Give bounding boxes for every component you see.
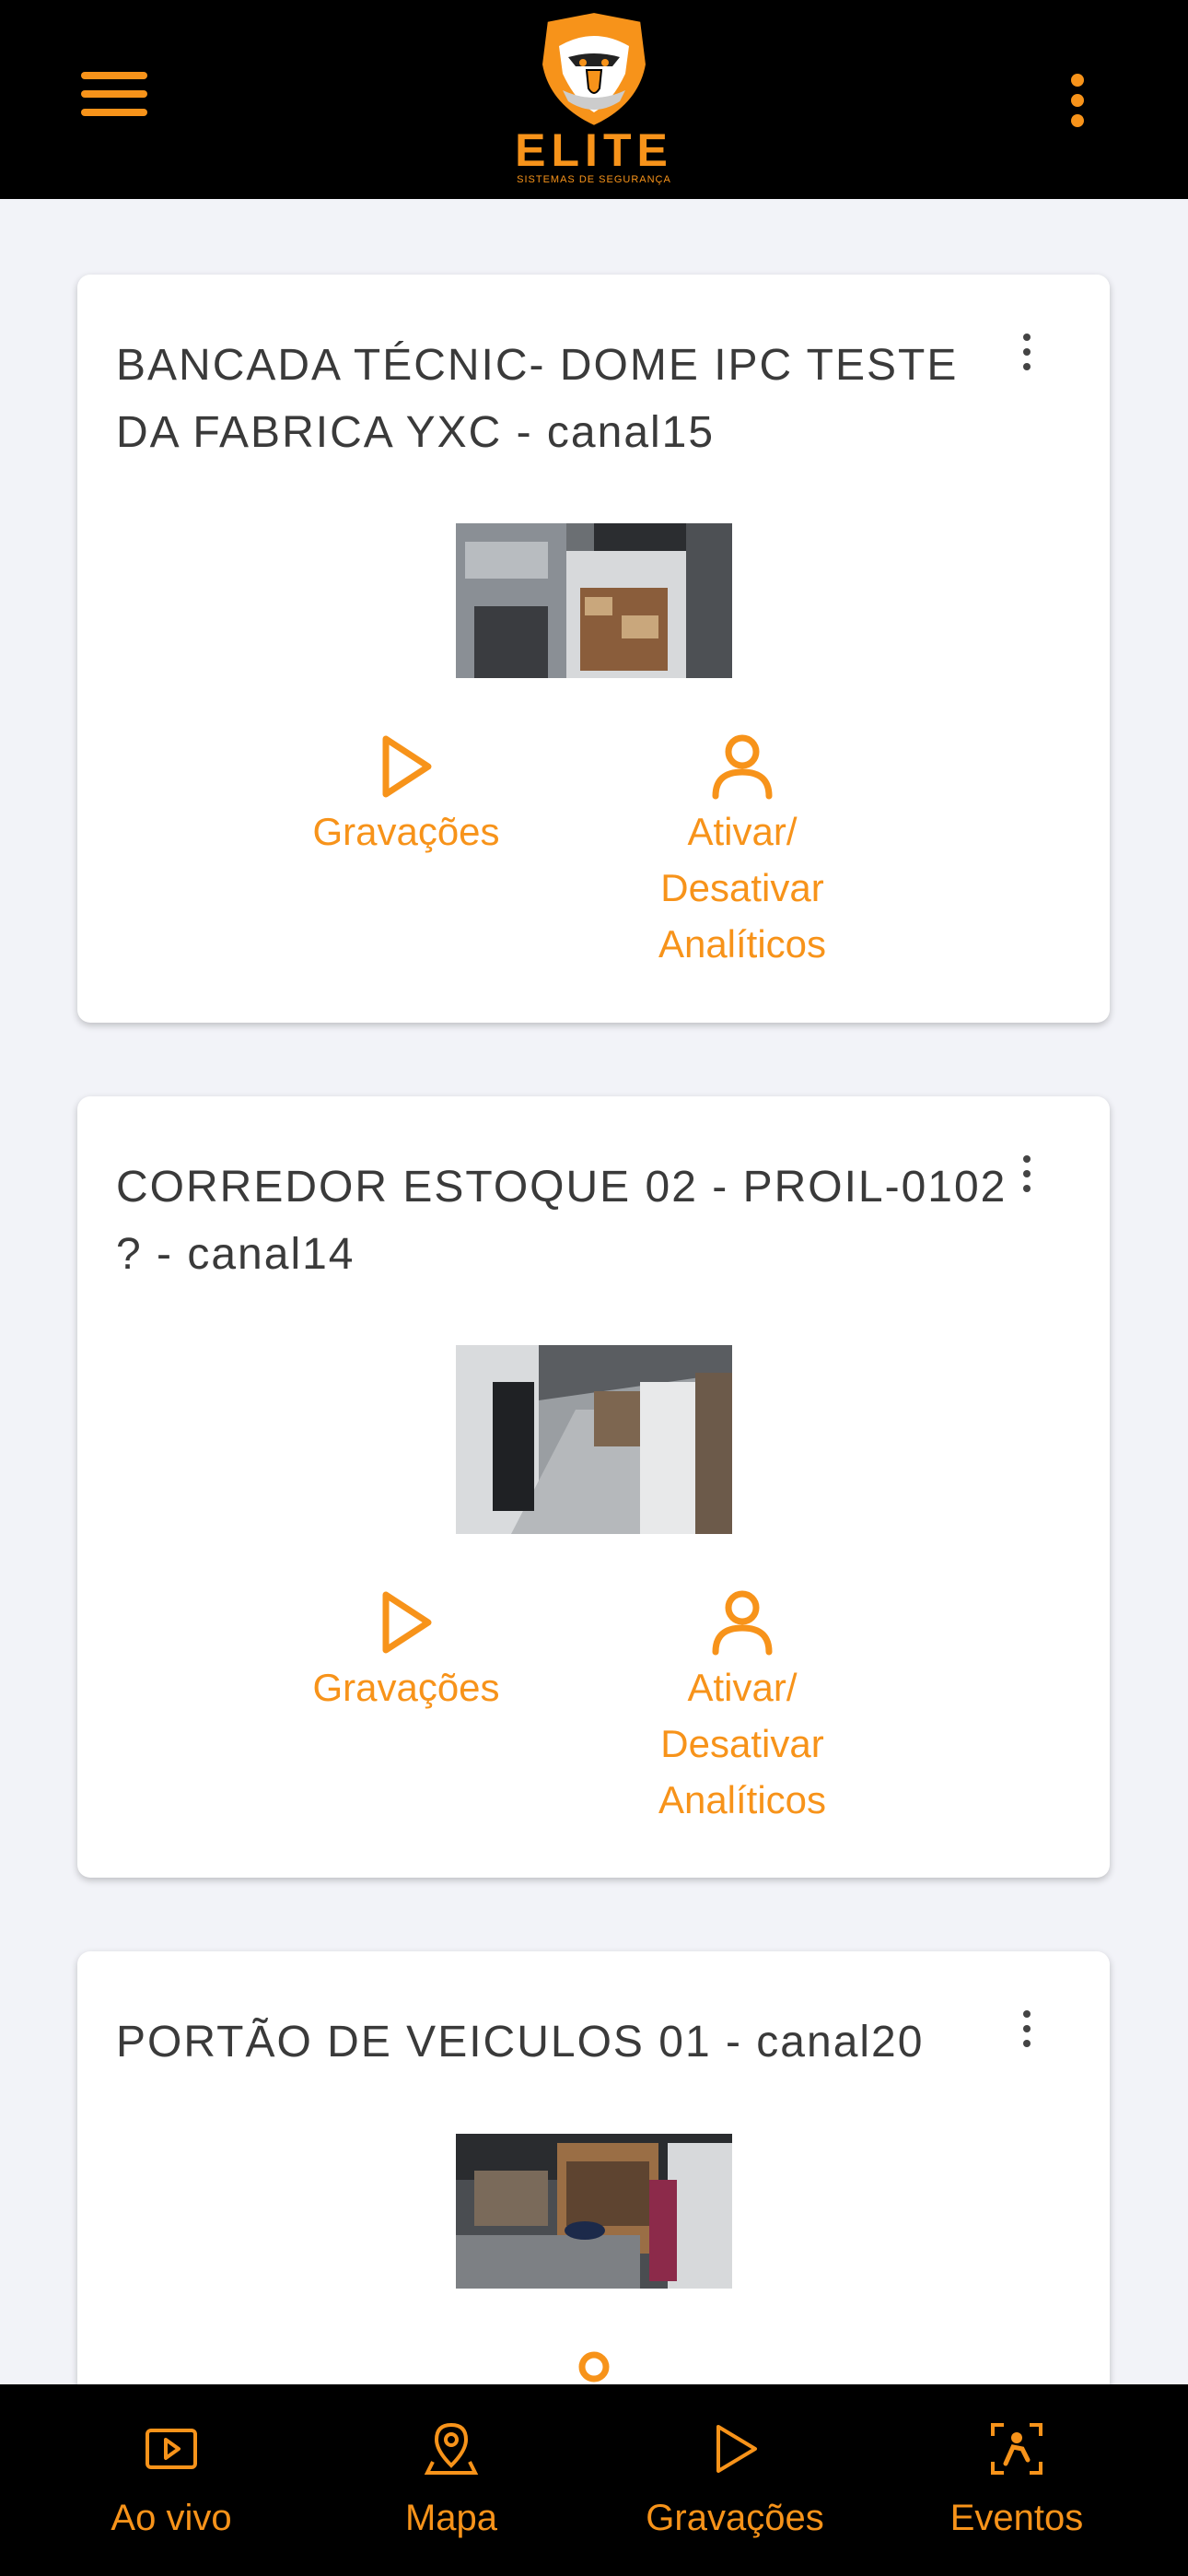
person-icon bbox=[712, 1590, 773, 1656]
recordings-label: Gravações bbox=[312, 810, 500, 853]
brand-name: ELITE bbox=[515, 124, 673, 176]
nav-label: Gravações bbox=[646, 2498, 824, 2538]
analytics-label: Ativar/ Desativar Analíticos bbox=[658, 810, 827, 966]
play-icon bbox=[716, 2425, 757, 2473]
play-icon bbox=[382, 735, 432, 798]
recordings-button[interactable]: Gravações bbox=[296, 1589, 517, 1715]
play-icon bbox=[382, 1591, 432, 1654]
recordings-label: Gravações bbox=[312, 1666, 500, 1709]
elite-logo: ELITE SISTEMAS DE SEGURANÇA bbox=[511, 8, 677, 190]
camera-thumbnail[interactable] bbox=[456, 2134, 732, 2289]
person-detect-icon bbox=[991, 2423, 1042, 2475]
card-more-icon[interactable] bbox=[1013, 330, 1041, 378]
nav-live[interactable]: Ao vivo bbox=[63, 2384, 280, 2576]
map-pin-icon bbox=[424, 2422, 479, 2475]
analytics-label: Ativar/ Desativar Analíticos bbox=[658, 1666, 827, 1821]
person-icon bbox=[578, 2351, 610, 2383]
nav-map[interactable]: Mapa bbox=[343, 2384, 560, 2576]
camera-title: BANCADA TÉCNIC- DOME IPC TESTE DA FABRIC… bbox=[116, 341, 959, 457]
nav-events[interactable]: Eventos bbox=[908, 2384, 1125, 2576]
nav-recordings[interactable]: Gravações bbox=[626, 2384, 844, 2576]
camera-thumbnail[interactable] bbox=[456, 523, 732, 678]
nav-label: Eventos bbox=[949, 2498, 1084, 2538]
card-more-icon[interactable] bbox=[1013, 1152, 1041, 1200]
top-app-bar: ELITE SISTEMAS DE SEGURANÇA bbox=[0, 0, 1188, 199]
brand-tagline: SISTEMAS DE SEGURANÇA bbox=[517, 174, 671, 185]
camera-thumbnail[interactable] bbox=[456, 1345, 732, 1534]
camera-title: CORREDOR ESTOQUE 02 - PROIL-0102 ? - can… bbox=[116, 1163, 1007, 1279]
eagle-shield-icon bbox=[538, 8, 650, 130]
person-icon bbox=[712, 734, 773, 800]
hamburger-menu-icon[interactable] bbox=[81, 66, 151, 122]
live-video-icon bbox=[146, 2429, 197, 2469]
nav-label: Mapa bbox=[404, 2498, 498, 2538]
toggle-analytics-button[interactable]: Ativar/ Desativar Analíticos bbox=[636, 733, 848, 972]
camera-title: PORTÃO DE VEICULOS 01 - canal20 bbox=[116, 2018, 925, 2067]
more-vertical-icon[interactable] bbox=[1059, 72, 1096, 131]
camera-card: CORREDOR ESTOQUE 02 - PROIL-0102 ? - can… bbox=[77, 1096, 1110, 1878]
card-more-icon[interactable] bbox=[1013, 2007, 1041, 2055]
bottom-navigation: Ao vivo Mapa Gravações Eventos bbox=[0, 2384, 1188, 2576]
camera-card: BANCADA TÉCNIC- DOME IPC TESTE DA FABRIC… bbox=[77, 275, 1110, 1023]
recordings-button[interactable]: Gravações bbox=[296, 733, 517, 860]
toggle-analytics-button[interactable]: Ativar/ Desativar Analíticos bbox=[636, 1589, 848, 1828]
nav-label: Ao vivo bbox=[111, 2498, 232, 2538]
